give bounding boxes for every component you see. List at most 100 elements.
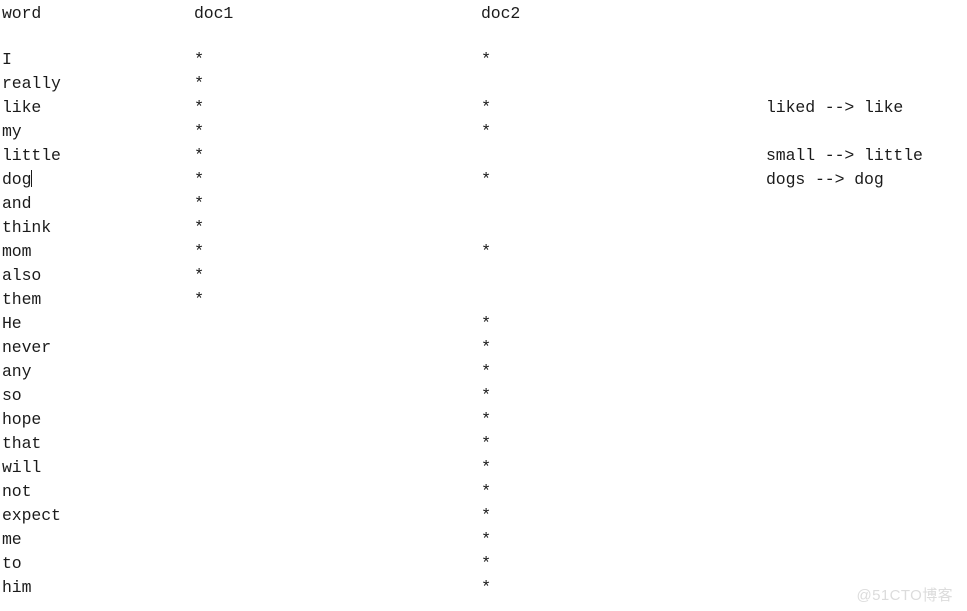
present-star-icon: * <box>481 315 492 334</box>
column-header-doc2: doc2 <box>481 4 521 23</box>
table-row[interactable]: really * * <box>0 72 967 96</box>
word-cell: mom <box>2 242 32 261</box>
doc1-cell: * <box>194 552 204 577</box>
doc2-cell: * <box>481 288 491 313</box>
present-star-icon: * <box>194 291 205 310</box>
table-row[interactable]: him * * <box>0 576 967 600</box>
table-row[interactable]: never * * <box>0 336 967 360</box>
table-row[interactable]: so * * <box>0 384 967 408</box>
present-star-icon: * <box>194 51 205 70</box>
doc2-cell: * <box>481 504 491 529</box>
doc1-cell: * <box>194 168 204 193</box>
present-star-icon: * <box>194 147 205 166</box>
doc1-cell: * <box>194 384 204 409</box>
doc1-cell: * <box>194 48 204 73</box>
doc2-cell: * <box>481 360 491 385</box>
doc1-cell: * <box>194 72 204 97</box>
doc1-cell: * <box>194 144 204 169</box>
present-star-icon: * <box>481 459 492 478</box>
doc1-cell: * <box>194 528 204 553</box>
present-star-icon: * <box>194 99 205 118</box>
word-cell: not <box>2 482 32 501</box>
word-cell: them <box>2 290 42 309</box>
table-row[interactable]: I * * <box>0 48 967 72</box>
table-row[interactable]: to * * <box>0 552 967 576</box>
table-row[interactable]: that * * <box>0 432 967 456</box>
present-star-icon: * <box>481 531 492 550</box>
doc2-cell: * <box>481 48 491 73</box>
doc2-cell: * <box>481 192 491 217</box>
doc1-cell: * <box>194 192 204 217</box>
table-row[interactable]: will * * <box>0 456 967 480</box>
present-star-icon: * <box>481 123 492 142</box>
word-cell: really <box>2 74 61 93</box>
table-row[interactable]: expect * * <box>0 504 967 528</box>
present-star-icon: * <box>481 435 492 454</box>
word-cell: I <box>2 50 12 69</box>
present-star-icon: * <box>481 483 492 502</box>
doc1-cell: * <box>194 576 204 601</box>
text-document-surface[interactable]: word doc1 doc2 I**really**like**my**litt… <box>0 0 967 611</box>
doc2-cell: * <box>481 408 491 433</box>
column-header-doc1: doc1 <box>194 4 234 23</box>
word-cell: dog <box>2 170 33 189</box>
stemming-annotation: small --> little <box>766 146 923 165</box>
doc1-cell: * <box>194 480 204 505</box>
present-star-icon: * <box>481 51 492 70</box>
doc1-cell: * <box>194 360 204 385</box>
table-row[interactable]: hope * * <box>0 408 967 432</box>
present-star-icon: * <box>481 363 492 382</box>
word-cell: little <box>2 146 61 165</box>
present-star-icon: * <box>481 387 492 406</box>
table-row[interactable]: them * * <box>0 288 967 312</box>
doc2-cell: * <box>481 552 491 577</box>
table-row[interactable]: not * * <box>0 480 967 504</box>
present-star-icon: * <box>194 75 205 94</box>
doc1-cell: * <box>194 240 204 265</box>
stemming-annotation: dogs --> dog <box>766 170 884 189</box>
table-row[interactable]: my * * <box>0 120 967 144</box>
doc2-cell: * <box>481 480 491 505</box>
doc1-cell: * <box>194 288 204 313</box>
present-star-icon: * <box>194 123 205 142</box>
present-star-icon: * <box>481 171 492 190</box>
table-row[interactable]: He * * <box>0 312 967 336</box>
doc1-cell: * <box>194 336 204 361</box>
word-cell: me <box>2 530 22 549</box>
word-cell: my <box>2 122 22 141</box>
table-row[interactable]: me * * <box>0 528 967 552</box>
doc2-cell: * <box>481 72 491 97</box>
doc2-cell: * <box>481 168 491 193</box>
text-caret <box>31 170 33 187</box>
word-cell: and <box>2 194 32 213</box>
present-star-icon: * <box>481 99 492 118</box>
doc2-cell: * <box>481 456 491 481</box>
present-star-icon: * <box>481 339 492 358</box>
table-row[interactable]: think * * <box>0 216 967 240</box>
doc2-cell: * <box>481 264 491 289</box>
table-row[interactable]: also * * <box>0 264 967 288</box>
present-star-icon: * <box>194 171 205 190</box>
doc2-cell: * <box>481 240 491 265</box>
present-star-icon: * <box>194 267 205 286</box>
doc1-cell: * <box>194 264 204 289</box>
doc1-cell: * <box>194 504 204 529</box>
column-header-word: word <box>2 4 42 23</box>
table-row[interactable]: any * * <box>0 360 967 384</box>
doc1-cell: * <box>194 408 204 433</box>
present-star-icon: * <box>194 219 205 238</box>
present-star-icon: * <box>481 579 492 598</box>
doc2-cell: * <box>481 528 491 553</box>
watermark: @51CTO博客 <box>856 587 953 604</box>
doc1-cell: * <box>194 432 204 457</box>
doc2-cell: * <box>481 216 491 241</box>
table-row[interactable]: mom * * <box>0 240 967 264</box>
table-row[interactable]: and * * <box>0 192 967 216</box>
present-star-icon: * <box>194 243 205 262</box>
doc1-cell: * <box>194 120 204 145</box>
doc1-cell: * <box>194 96 204 121</box>
word-cell: also <box>2 266 42 285</box>
doc1-cell: * <box>194 312 204 337</box>
present-star-icon: * <box>481 243 492 262</box>
doc2-cell: * <box>481 96 491 121</box>
